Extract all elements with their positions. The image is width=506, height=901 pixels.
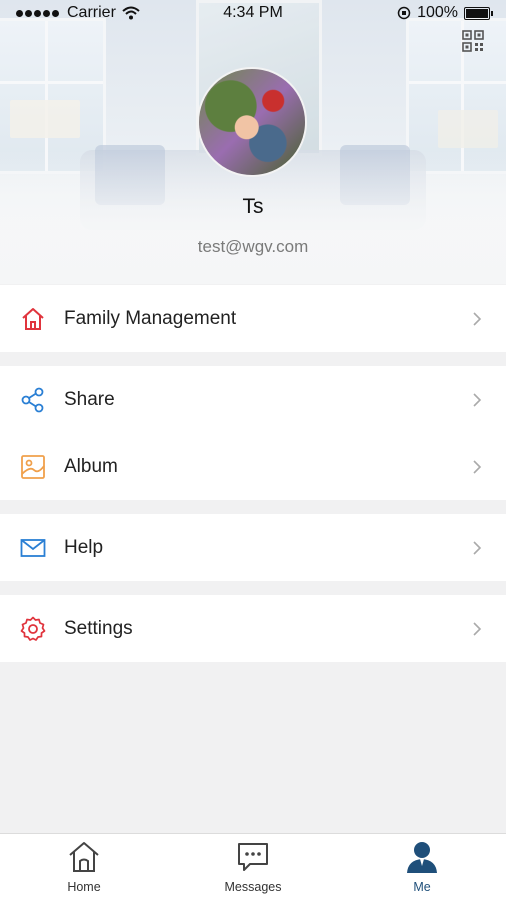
- chevron-right-icon: [473, 540, 482, 555]
- status-bar: Carrier 4:34 PM 100%: [0, 0, 506, 26]
- orientation-lock-icon: [397, 6, 411, 20]
- home-icon: [69, 842, 99, 872]
- menu-group-settings: Settings: [0, 595, 506, 662]
- menu-label: Help: [64, 536, 104, 558]
- tab-messages-label: Messages: [224, 880, 282, 894]
- menu-label: Share: [64, 388, 115, 410]
- battery-icon: [464, 6, 493, 20]
- tab-home[interactable]: Home: [0, 834, 168, 901]
- qr-code-icon[interactable]: [462, 30, 484, 52]
- menu-group-family: Family Management: [0, 285, 506, 352]
- chat-bubble-icon: [238, 843, 268, 871]
- album-icon: [21, 454, 45, 479]
- avatar[interactable]: [199, 69, 305, 175]
- chevron-right-icon: [473, 311, 482, 326]
- tab-bar: Home Messages Me: [0, 833, 506, 901]
- menu-label: Family Management: [64, 307, 237, 329]
- person-icon: [407, 842, 437, 873]
- menu-item-share[interactable]: Share: [0, 366, 506, 433]
- share-icon: [21, 387, 44, 412]
- chevron-right-icon: [473, 392, 482, 407]
- tab-home-label: Home: [67, 880, 101, 894]
- menu-label: Settings: [64, 617, 133, 639]
- profile-name: Ts: [242, 195, 264, 218]
- battery-percent: 100%: [417, 4, 458, 21]
- mail-icon: [20, 538, 46, 557]
- profile-email: test@wgv.com: [197, 237, 309, 256]
- menu-item-family-management[interactable]: Family Management: [0, 285, 506, 352]
- menu-item-help[interactable]: Help: [0, 514, 506, 581]
- tab-messages[interactable]: Messages: [169, 834, 337, 901]
- background-lamp: [438, 110, 498, 148]
- menu-group-help: Help: [0, 514, 506, 581]
- menu-item-settings[interactable]: Settings: [0, 595, 506, 662]
- menu-label: Album: [64, 455, 118, 477]
- house-icon: [22, 307, 44, 330]
- background-lamp: [10, 100, 80, 138]
- tab-me-label: Me: [413, 880, 431, 894]
- gear-icon: [20, 616, 46, 641]
- chevron-right-icon: [473, 459, 482, 474]
- menu-item-album[interactable]: Album: [0, 433, 506, 500]
- menu-group-media: Share Album: [0, 366, 506, 500]
- tab-me[interactable]: Me: [338, 834, 506, 901]
- chevron-right-icon: [473, 621, 482, 636]
